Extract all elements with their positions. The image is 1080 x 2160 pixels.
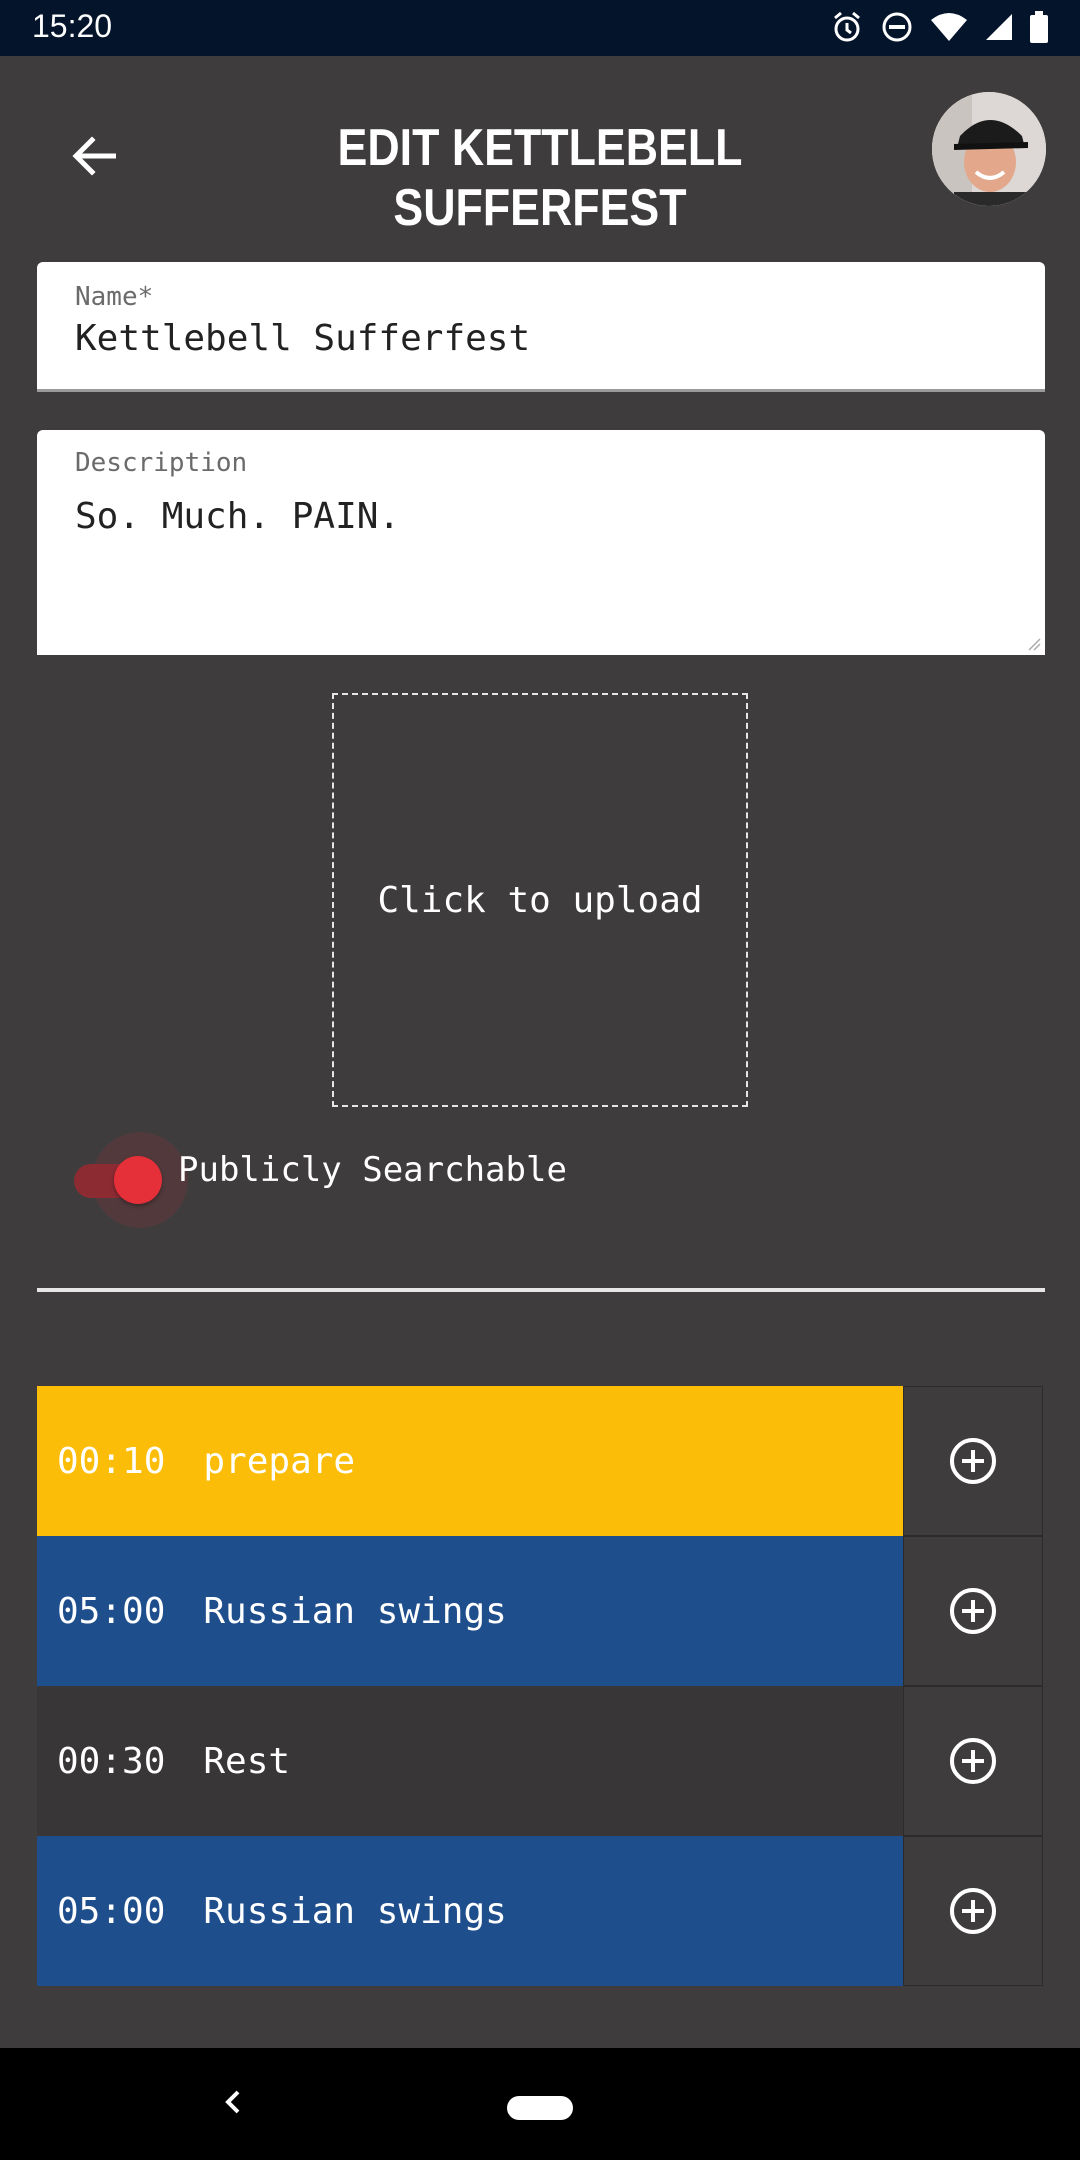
alarm-icon <box>834 11 860 42</box>
wifi-icon <box>931 13 967 41</box>
toggle-thumb <box>114 1156 162 1204</box>
system-nav-bar <box>0 2048 1080 2160</box>
interval-time: 00:10 <box>57 1440 166 1482</box>
plus-circle-icon <box>950 1738 996 1784</box>
upload-label: Click to upload <box>377 879 703 921</box>
avatar[interactable] <box>932 92 1046 206</box>
interval-row-body[interactable]: 05:00 Russian swings <box>37 1836 903 1986</box>
interval-time: 00:30 <box>57 1740 166 1782</box>
interval-list: 00:10 prepare 05:00 Russian swings 00:30… <box>37 1386 1043 1986</box>
interval-row[interactable]: 05:00 Russian swings <box>37 1836 1043 1986</box>
name-field-label: Name* <box>75 282 154 312</box>
interval-row-body[interactable]: 00:30 Rest <box>37 1686 903 1836</box>
app-header: EDIT KETTLEBELL SUFFERFEST <box>0 56 1080 256</box>
status-time: 15:20 <box>32 8 113 44</box>
do-not-disturb-icon <box>882 12 912 42</box>
description-field-value[interactable]: So. Much. PAIN. <box>75 496 400 537</box>
nav-home-button[interactable] <box>507 2096 573 2120</box>
image-upload-area[interactable]: Click to upload <box>332 693 748 1107</box>
name-field-value[interactable]: Kettlebell Sufferfest <box>75 318 530 359</box>
add-interval-button[interactable] <box>903 1536 1043 1686</box>
name-field[interactable]: Name* Kettlebell Sufferfest <box>37 262 1045 392</box>
status-bar: 15:20 <box>0 0 1080 56</box>
arrow-left-icon <box>72 136 116 176</box>
interval-row[interactable]: 00:10 prepare <box>37 1386 1043 1536</box>
resize-handle-icon[interactable] <box>1027 637 1041 651</box>
description-field-label: Description <box>75 448 248 478</box>
interval-name: Russian swings <box>203 1890 507 1932</box>
interval-time: 05:00 <box>57 1590 166 1632</box>
interval-name: Rest <box>203 1740 291 1782</box>
interval-row[interactable]: 00:30 Rest <box>37 1686 1043 1836</box>
add-interval-button[interactable] <box>903 1386 1043 1536</box>
plus-circle-icon <box>950 1438 996 1484</box>
interval-time: 05:00 <box>57 1890 166 1932</box>
back-button[interactable] <box>64 126 124 186</box>
interval-row[interactable]: 05:00 Russian swings <box>37 1536 1043 1686</box>
status-icons <box>830 10 1048 44</box>
interval-name: prepare <box>203 1440 356 1482</box>
user-avatar-icon <box>932 92 1046 206</box>
plus-circle-icon <box>950 1588 996 1634</box>
interval-row-body[interactable]: 05:00 Russian swings <box>37 1536 903 1686</box>
signal-icon <box>986 14 1012 40</box>
page-title: EDIT KETTLEBELL SUFFERFEST <box>337 119 743 237</box>
battery-icon <box>1030 11 1048 43</box>
public-toggle-label: Publicly Searchable <box>178 1150 567 1190</box>
nav-back-icon[interactable] <box>218 2080 246 2124</box>
interval-name: Russian swings <box>203 1590 507 1632</box>
add-interval-button[interactable] <box>903 1686 1043 1836</box>
divider <box>37 1288 1045 1292</box>
interval-row-body[interactable]: 00:10 prepare <box>37 1386 903 1536</box>
add-interval-button[interactable] <box>903 1836 1043 1986</box>
description-field[interactable]: Description So. Much. PAIN. <box>37 430 1045 655</box>
plus-circle-icon <box>950 1888 996 1934</box>
public-toggle[interactable] <box>74 1132 188 1228</box>
